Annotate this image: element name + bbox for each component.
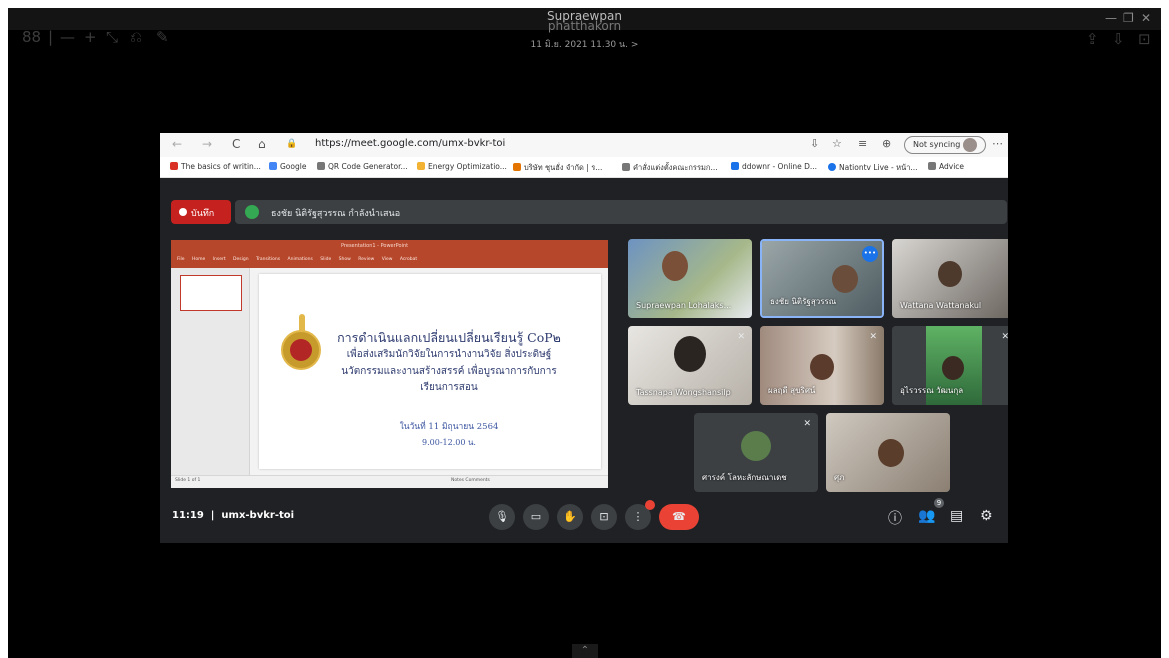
chevron-up-icon[interactable]: ⌃ — [572, 644, 598, 658]
screenshot-image: ← → C ⌂ 🔒 https://meet.google.com/umx-bv… — [160, 133, 1008, 543]
meeting-info: 11:19 | umx-bvkr-toi — [172, 510, 295, 521]
collections-icon[interactable]: ⊕ — [882, 137, 891, 150]
raise-hand-button[interactable]: ✋ — [557, 504, 583, 530]
participant-video — [878, 439, 904, 467]
bookmark-icon[interactable]: ⊡ — [1138, 32, 1151, 47]
slide-subtitle: นวัตกรรมและงานสร้างสรรค์ เพื่อบูรณาการกั… — [341, 366, 557, 377]
presentation-screen: Presentation1 - PowerPoint File Home Ins… — [171, 240, 608, 488]
presenter-avatar — [245, 205, 259, 219]
slide-subtitle: เรียนการสอน — [420, 382, 478, 393]
participant-video — [810, 354, 834, 380]
page-icon — [317, 162, 325, 170]
presenter-banner: ธงชัย นิติรัฐสุวรรณ กำลังนำเสนอ — [235, 200, 1007, 224]
slide-thumbnails — [171, 268, 250, 475]
participant-tile[interactable]: ✕ Tassnapa Wongshansilp — [628, 326, 752, 405]
info-icon[interactable]: ⓘ — [888, 508, 902, 528]
bookmark-item[interactable]: The basics of writin... — [170, 162, 261, 171]
bookmark-item[interactable]: Advice — [928, 162, 964, 171]
slide-date: ในวันที่ 11 มิถุนายน 2564 — [399, 422, 499, 432]
page-icon — [622, 163, 630, 171]
people-icon[interactable]: 👥 — [918, 508, 935, 524]
bookmark-item[interactable]: Google — [269, 162, 306, 171]
notification-dot — [645, 500, 655, 510]
meet-window: บันทึก ธงชัย นิติรัฐสุวรรณ กำลังนำเสนอ P… — [160, 178, 1008, 543]
google-icon — [269, 162, 277, 170]
home-icon[interactable]: ⌂ — [258, 137, 266, 151]
participant-video — [942, 356, 964, 380]
powerpoint-statusbar: Slide 1 of 1 Notes Comments — [171, 475, 608, 488]
share-icon[interactable]: ⇪ — [1086, 32, 1099, 47]
slide-subtitle: เพื่อส่งเสริมนักวิจัยในการนำงานวิจัย สิ่… — [346, 349, 552, 360]
bookmark-item[interactable]: Nationtv Live - หน้า... — [828, 162, 918, 174]
back-icon[interactable]: ← — [172, 137, 182, 151]
bookmark-icon — [513, 163, 521, 171]
end-call-button[interactable]: ☎ — [659, 504, 699, 530]
photo-viewer: 88 | — + ⤡ ⎌ ✎ Supraewpan phatthakorn 11… — [8, 8, 1161, 658]
powerpoint-ribbon: Presentation1 - PowerPoint File Home Ins… — [171, 240, 608, 268]
mic-button[interactable]: 🎙 — [489, 504, 515, 530]
participant-tile[interactable]: ✕ อุไรวรรณ วัฒนกุล — [892, 326, 1008, 405]
slide: การดำเนินแลกเปลี่ยนเปลี่ยนเรียนรู้ CoP๒ … — [259, 274, 601, 469]
bookmark-icon — [828, 163, 836, 171]
participant-tile[interactable]: ✕ ศารงค์ โลหะลักษณาเดช — [694, 413, 818, 492]
people-count-badge: 9 — [934, 498, 944, 508]
participant-tile[interactable]: Wattana Wattanakul — [892, 239, 1008, 318]
bookmark-icon — [731, 162, 739, 170]
participant-tile[interactable]: ✕ ผลฤดี สุขริศน์ — [760, 326, 884, 405]
reload-icon[interactable]: C — [232, 137, 240, 151]
lock-icon: 🔒 — [286, 139, 298, 149]
mic-permission-icon[interactable]: ⇩ — [810, 137, 819, 150]
bookmark-item[interactable]: ddownr - Online D... — [731, 162, 817, 171]
record-button[interactable]: บันทึก — [171, 200, 231, 224]
chat-icon[interactable]: ▤ — [950, 508, 963, 524]
participant-tile[interactable]: ศุภ — [826, 413, 950, 492]
favorite-icon[interactable]: ☆ — [832, 137, 842, 150]
participant-video — [938, 261, 962, 287]
slide-title: การดำเนินแลกเปลี่ยนเปลี่ยนเรียนรู้ CoP๒ — [337, 330, 561, 345]
slide-thumbnail — [180, 275, 242, 311]
bookmark-item[interactable]: QR Code Generator... — [317, 162, 408, 171]
participant-video — [832, 265, 858, 293]
record-icon — [179, 208, 187, 216]
avatar — [963, 138, 977, 152]
viewer-date[interactable]: 11 มิ.ย. 2021 11.30 น. > — [8, 37, 1161, 51]
viewer-title: Supraewpan phatthakorn — [547, 9, 622, 33]
mic-off-icon: ✕ — [737, 332, 745, 342]
participant-tile[interactable]: Supraewpan Lohalaks... — [628, 239, 752, 318]
camera-button[interactable]: ▭ — [523, 504, 549, 530]
activities-icon[interactable]: ⚙ — [980, 508, 993, 524]
bookmark-icon — [170, 162, 178, 170]
bookmark-item[interactable]: Energy Optimizatio... — [417, 162, 507, 171]
participant-video — [662, 251, 688, 281]
avatar — [741, 431, 771, 461]
slide-time: 9.00-12.00 น. — [422, 438, 476, 447]
participant-video — [674, 336, 706, 372]
sync-button[interactable]: Not syncing — [904, 136, 986, 154]
menu-icon[interactable]: ⋯ — [992, 137, 1003, 150]
browser-toolbar: ← → C ⌂ 🔒 https://meet.google.com/umx-bv… — [160, 133, 1008, 157]
bookmark-icon — [417, 162, 425, 170]
participant-tile[interactable]: ••• ธงชัย นิติรัฐสุวรรณ — [760, 239, 884, 318]
forward-icon[interactable]: → — [202, 137, 212, 151]
bookmark-item[interactable]: บริษัท ชุนฮั่ง จำกัด | ร... — [513, 162, 602, 174]
page-icon — [928, 162, 936, 170]
mic-off-icon: ✕ — [1001, 332, 1008, 342]
favorites-list-icon[interactable]: ≡ — [858, 137, 867, 150]
address-bar[interactable]: https://meet.google.com/umx-bvkr-toi — [315, 138, 505, 149]
bookmark-item[interactable]: คำสั่งแต่งตั้งคณะกรรมก... — [622, 162, 718, 174]
present-button[interactable]: ⊡ — [591, 504, 617, 530]
close-icon[interactable]: ✕ — [1141, 11, 1151, 25]
more-options-icon[interactable]: ••• — [862, 246, 878, 262]
maximize-icon[interactable]: ❐ — [1123, 11, 1134, 25]
minimize-icon[interactable]: — — [1105, 11, 1117, 25]
mic-off-icon: ✕ — [869, 332, 877, 342]
download-icon[interactable]: ⇩ — [1112, 32, 1125, 47]
bookmarks-bar: The basics of writin... Google QR Code G… — [160, 157, 1008, 178]
mic-off-icon: ✕ — [803, 419, 811, 429]
